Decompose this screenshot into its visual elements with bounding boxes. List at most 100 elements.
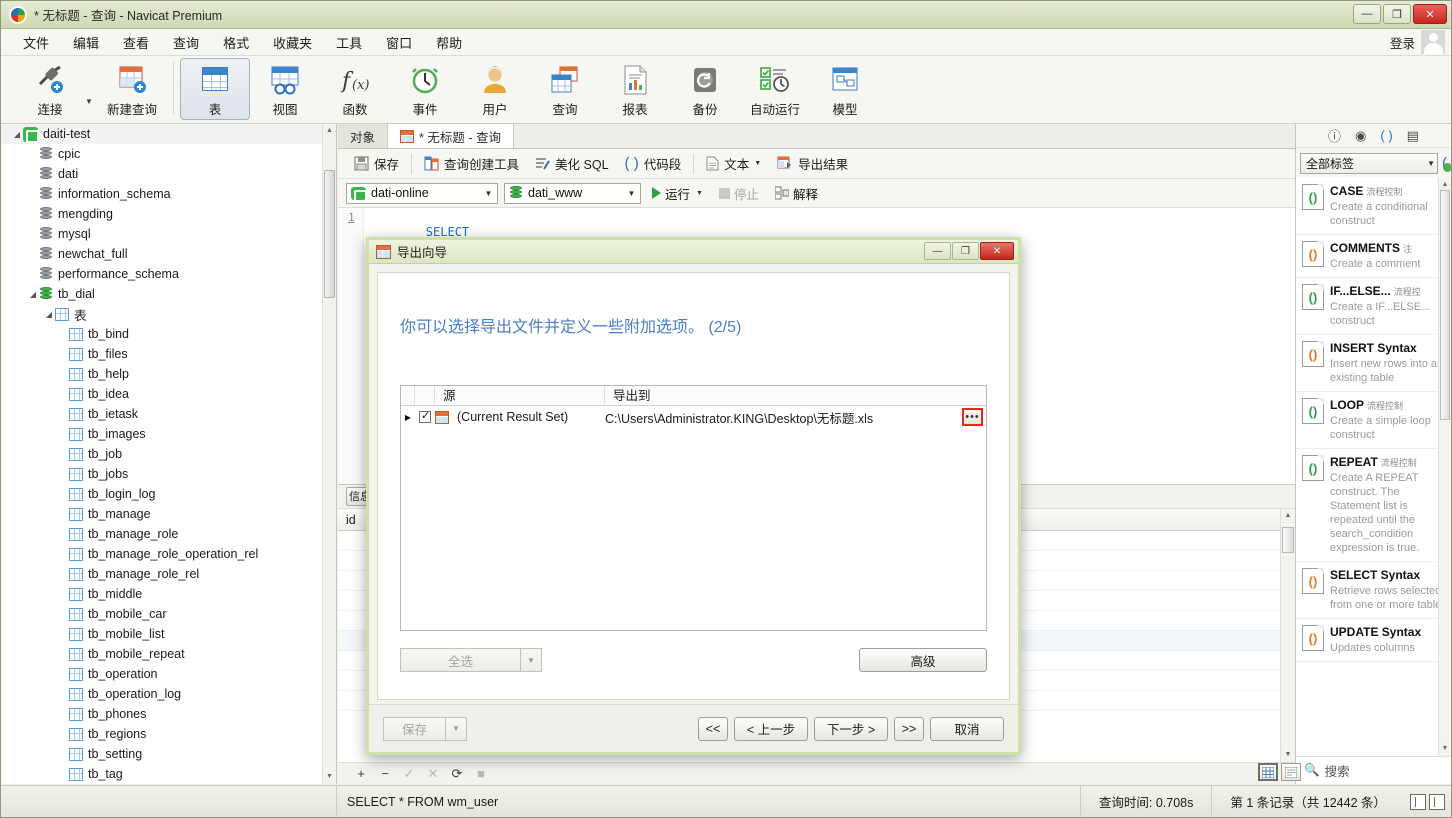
save-profile-button[interactable]: 保存 ▼ bbox=[383, 717, 467, 741]
list-item[interactable]: ()LOOP流程控制Create a simple loop construct bbox=[1296, 392, 1451, 449]
tab-objects[interactable]: 对象 bbox=[338, 124, 388, 148]
last-step-button[interactable]: >> bbox=[894, 717, 924, 741]
layout-horizontal-split-icon[interactable] bbox=[1429, 794, 1445, 810]
menu-item-help[interactable]: 帮助 bbox=[424, 30, 474, 55]
toolbar-automation[interactable]: 自动运行 bbox=[740, 58, 810, 120]
menu-item-format[interactable]: 格式 bbox=[211, 30, 261, 55]
tree-item-table[interactable]: tb_tag bbox=[1, 764, 336, 784]
grid-view-button[interactable] bbox=[1258, 763, 1278, 781]
tree-item-table[interactable]: tb_manage_role_operation_rel bbox=[1, 544, 336, 564]
tree-item-table[interactable]: tb_manage_role_rel bbox=[1, 564, 336, 584]
tree-item-table[interactable]: tb_manage_role bbox=[1, 524, 336, 544]
toolbar-model[interactable]: 模型 bbox=[810, 58, 880, 120]
toolbar-function[interactable]: f (x) 函数 bbox=[320, 58, 390, 120]
explain-button[interactable]: 解释 bbox=[770, 182, 823, 205]
toolbar-table[interactable]: 表 bbox=[180, 58, 250, 120]
tree-item-table[interactable]: tb_operation_log bbox=[1, 684, 336, 704]
grid-scroll-up-icon[interactable]: ▲ bbox=[1281, 509, 1295, 523]
database-select[interactable]: dati_www ▼ bbox=[504, 183, 641, 204]
toolbar-connection[interactable]: 连接 bbox=[15, 58, 85, 120]
list-item[interactable]: ()INSERT SyntaxInsert new rows into an e… bbox=[1296, 335, 1451, 392]
form-view-button[interactable] bbox=[1281, 763, 1301, 781]
list-item[interactable]: ()UPDATE SyntaxUpdates columns bbox=[1296, 619, 1451, 662]
snippet-button[interactable]: ( ) 代码段 bbox=[617, 151, 690, 176]
login-area[interactable]: 登录 bbox=[1390, 30, 1445, 54]
avatar[interactable] bbox=[1421, 30, 1445, 54]
minimize-button[interactable]: — bbox=[1353, 4, 1381, 24]
tree-item-table[interactable]: tb_idea bbox=[1, 384, 336, 404]
run-caret-icon[interactable]: ▼ bbox=[696, 190, 703, 197]
tree-item-table[interactable]: tb_mobile_repeat bbox=[1, 644, 336, 664]
cancel-change-button[interactable]: ✕ bbox=[424, 766, 442, 782]
snippet-search[interactable]: 🔍 搜索 bbox=[1296, 756, 1451, 784]
menu-item-tools[interactable]: 工具 bbox=[324, 30, 374, 55]
toolbar-event[interactable]: 事件 bbox=[390, 58, 460, 120]
tree-scroll-thumb[interactable] bbox=[324, 170, 335, 298]
snippet-scrollbar[interactable]: ▲ ▼ bbox=[1438, 178, 1451, 756]
apply-change-button[interactable]: ✓ bbox=[400, 766, 418, 782]
tree-item-table[interactable]: tb_regions bbox=[1, 724, 336, 744]
toolbar-backup[interactable]: 备份 bbox=[670, 58, 740, 120]
maximize-button[interactable]: ❐ bbox=[1383, 4, 1411, 24]
expand-arrow-icon[interactable]: ◢ bbox=[27, 290, 39, 299]
dialog-maximize-button[interactable]: ❐ bbox=[952, 242, 979, 260]
advanced-button[interactable]: 高级 bbox=[859, 648, 987, 672]
next-step-button[interactable]: 下一步 > bbox=[814, 717, 888, 741]
export-result-button[interactable]: 导出结果 bbox=[769, 151, 856, 176]
table-row[interactable]: ▶ (Current Result Set) C:\Users\Administ… bbox=[401, 406, 986, 428]
query-builder-button[interactable]: 查询创建工具 bbox=[416, 151, 527, 176]
toolbar-user[interactable]: 用户 bbox=[460, 58, 530, 120]
expand-arrow-icon[interactable]: ◢ bbox=[11, 130, 23, 139]
tree-item-database[interactable]: newchat_full bbox=[1, 244, 336, 264]
snippet-list[interactable]: ()CASE流程控制Create a conditional construct… bbox=[1296, 178, 1451, 756]
tree-item-table[interactable]: tb_middle bbox=[1, 584, 336, 604]
beautify-sql-button[interactable]: 美化 SQL bbox=[527, 151, 617, 176]
snippet-scroll-down-icon[interactable]: ▼ bbox=[1439, 742, 1451, 756]
text-view-button[interactable]: 文本 ▼ bbox=[698, 151, 769, 176]
tree-item-database[interactable]: information_schema bbox=[1, 184, 336, 204]
close-button[interactable]: ✕ bbox=[1413, 4, 1447, 24]
info-icon[interactable]: ⓘ bbox=[1328, 126, 1341, 145]
tree-item-table[interactable]: tb_mobile_list bbox=[1, 624, 336, 644]
tree-item-database[interactable]: cpic bbox=[1, 144, 336, 164]
list-item[interactable]: ()IF...ELSE...流程控Create a IF...ELSE... c… bbox=[1296, 278, 1451, 335]
text-view-caret-icon[interactable]: ▼ bbox=[754, 160, 761, 167]
tree-item-tables-group[interactable]: ◢表 bbox=[1, 304, 336, 324]
menu-item-edit[interactable]: 编辑 bbox=[61, 30, 111, 55]
add-snippet-icon[interactable]: ( bbox=[1442, 155, 1447, 172]
select-all-button[interactable]: 全选 ▼ bbox=[400, 648, 542, 672]
menu-item-view[interactable]: 查看 bbox=[111, 30, 161, 55]
tree-scroll-down-icon[interactable]: ▼ bbox=[323, 770, 336, 784]
dialog-close-button[interactable]: ✕ bbox=[980, 242, 1014, 260]
row-checkbox[interactable] bbox=[415, 411, 435, 423]
list-item[interactable]: ()CASE流程控制Create a conditional construct bbox=[1296, 178, 1451, 235]
grid-scroll-thumb[interactable] bbox=[1282, 527, 1294, 553]
tree-item-database[interactable]: mengding bbox=[1, 204, 336, 224]
navigation-tree[interactable]: ◢daiti-testcpicdatiinformation_schemamen… bbox=[1, 124, 337, 784]
prev-step-button[interactable]: < 上一步 bbox=[734, 717, 808, 741]
tree-scroll-up-icon[interactable]: ▲ bbox=[323, 124, 336, 138]
export-file-table[interactable]: 源 导出到 ▶ (Current Result Set) C:\Users\Ad… bbox=[400, 385, 987, 631]
save-button[interactable]: 保存 bbox=[346, 151, 407, 176]
grid-scroll-down-icon[interactable]: ▼ bbox=[1281, 748, 1295, 762]
toolbar-new-query[interactable]: 新建查询 bbox=[97, 58, 167, 120]
login-label[interactable]: 登录 bbox=[1390, 33, 1415, 52]
snippet-tag-caret-icon[interactable]: ▼ bbox=[1427, 154, 1435, 173]
connection-dropdown-caret-icon[interactable]: ▼ bbox=[85, 97, 97, 106]
snippet-tag-select[interactable]: 全部标签 ▼ bbox=[1300, 153, 1438, 174]
tree-item-table[interactable]: tb_help bbox=[1, 364, 336, 384]
browse-file-button[interactable]: ••• bbox=[962, 408, 983, 426]
list-item[interactable]: ()REPEAT流程控制Create A REPEAT construct. T… bbox=[1296, 449, 1451, 562]
layout-vertical-split-icon[interactable] bbox=[1410, 794, 1426, 810]
grid-icon[interactable]: ▤ bbox=[1407, 128, 1419, 144]
tree-scrollbar[interactable]: ▲ ▼ bbox=[322, 124, 336, 784]
parens-icon[interactable]: ( ) bbox=[1380, 128, 1392, 143]
run-button[interactable]: 运行 ▼ bbox=[647, 182, 708, 205]
tree-item-database[interactable]: mysql bbox=[1, 224, 336, 244]
menu-item-query[interactable]: 查询 bbox=[161, 30, 211, 55]
list-item[interactable]: ()COMMENTS注Create a comment bbox=[1296, 235, 1451, 278]
tree-item-table[interactable]: tb_mobile_car bbox=[1, 604, 336, 624]
tree-item-table[interactable]: tb_operation bbox=[1, 664, 336, 684]
tree-item-database[interactable]: performance_schema bbox=[1, 264, 336, 284]
stop-button[interactable]: 停止 bbox=[714, 182, 764, 205]
